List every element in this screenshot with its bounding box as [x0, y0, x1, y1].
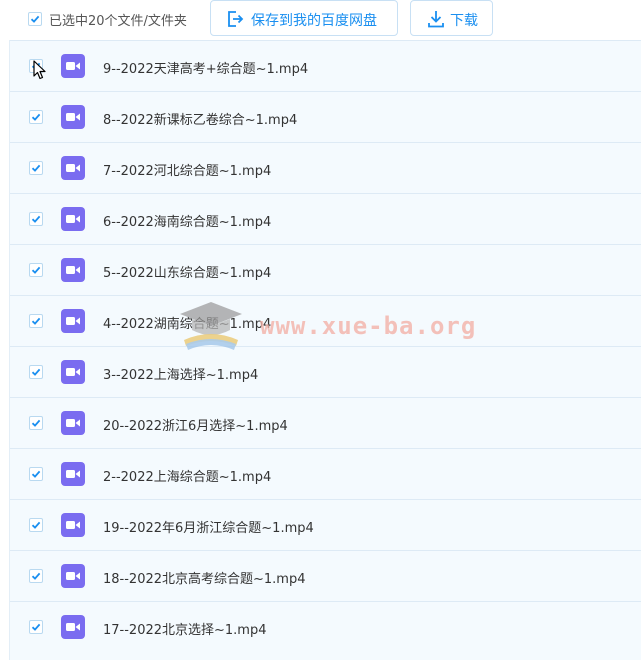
row-checkbox[interactable] [29, 620, 43, 634]
check-icon [30, 15, 40, 23]
check-icon [31, 266, 41, 274]
file-row[interactable]: 17--2022北京选择~1.mp4 [10, 601, 641, 652]
video-file-icon [61, 360, 85, 384]
save-to-netdisk-button[interactable]: 保存到我的百度网盘 [210, 0, 398, 36]
check-icon [31, 470, 41, 478]
file-row[interactable]: 9--2022天津高考+综合题~1.mp4 [10, 40, 641, 91]
video-file-icon [61, 156, 85, 180]
file-row[interactable]: 18--2022北京高考综合题~1.mp4 [10, 550, 641, 601]
check-icon [31, 419, 41, 427]
video-file-icon [61, 411, 85, 435]
download-icon [426, 9, 446, 33]
file-row[interactable]: 5--2022山东综合题~1.mp4 [10, 244, 641, 295]
file-name[interactable]: 3--2022上海选择~1.mp4 [103, 364, 258, 383]
file-row[interactable]: 6--2022海南综合题~1.mp4 [10, 193, 641, 244]
check-icon [31, 215, 41, 223]
video-file-icon [61, 462, 85, 486]
video-file-icon [61, 564, 85, 588]
file-name[interactable]: 2--2022上海综合题~1.mp4 [103, 466, 271, 485]
check-icon [31, 572, 41, 580]
row-checkbox[interactable] [29, 314, 43, 328]
check-icon [31, 521, 41, 529]
file-name[interactable]: 7--2022河北综合题~1.mp4 [103, 160, 271, 179]
watermark-text: www.xue-ba.org [260, 312, 477, 340]
row-checkbox[interactable] [29, 365, 43, 379]
save-to-cloud-icon [225, 9, 245, 33]
toolbar: 已选中20个文件/文件夹 保存到我的百度网盘 下载 [0, 0, 641, 40]
check-icon [31, 164, 41, 172]
file-row[interactable]: 3--2022上海选择~1.mp4 [10, 346, 641, 397]
video-file-icon [61, 207, 85, 231]
row-checkbox[interactable] [29, 263, 43, 277]
row-checkbox[interactable] [29, 110, 43, 124]
file-row[interactable]: 8--2022新课标乙卷综合~1.mp4 [10, 91, 641, 142]
file-name[interactable]: 9--2022天津高考+综合题~1.mp4 [103, 58, 308, 77]
download-button[interactable]: 下载 [410, 0, 493, 36]
video-file-icon [61, 615, 85, 639]
video-file-icon [61, 105, 85, 129]
watermark-logo [176, 296, 246, 360]
download-button-label: 下载 [450, 13, 478, 29]
file-row[interactable]: 2--2022上海综合题~1.mp4 [10, 448, 641, 499]
file-row[interactable]: 20--2022浙江6月选择~1.mp4 [10, 397, 641, 448]
file-name[interactable]: 20--2022浙江6月选择~1.mp4 [103, 415, 288, 434]
check-icon [31, 113, 41, 121]
mouse-cursor-icon [33, 60, 47, 84]
video-file-icon [61, 258, 85, 282]
row-checkbox[interactable] [29, 569, 43, 583]
row-checkbox[interactable] [29, 212, 43, 226]
save-button-label: 保存到我的百度网盘 [251, 13, 377, 29]
check-icon [31, 368, 41, 376]
file-name[interactable]: 6--2022海南综合题~1.mp4 [103, 211, 271, 230]
row-checkbox[interactable] [29, 518, 43, 532]
video-file-icon [61, 513, 85, 537]
row-checkbox[interactable] [29, 467, 43, 481]
row-checkbox[interactable] [29, 161, 43, 175]
file-name[interactable]: 5--2022山东综合题~1.mp4 [103, 262, 271, 281]
check-icon [31, 623, 41, 631]
file-name[interactable]: 8--2022新课标乙卷综合~1.mp4 [103, 109, 297, 128]
check-icon [31, 317, 41, 325]
file-row[interactable]: 19--2022年6月浙江综合题~1.mp4 [10, 499, 641, 550]
file-list: 9--2022天津高考+综合题~1.mp4 8--2022新课标乙卷综合~1.m… [9, 40, 641, 660]
file-name[interactable]: 18--2022北京高考综合题~1.mp4 [103, 568, 306, 587]
file-row[interactable]: 7--2022河北综合题~1.mp4 [10, 142, 641, 193]
video-file-icon [61, 54, 85, 78]
row-checkbox[interactable] [29, 416, 43, 430]
file-name[interactable]: 17--2022北京选择~1.mp4 [103, 619, 267, 638]
file-name[interactable]: 19--2022年6月浙江综合题~1.mp4 [103, 517, 314, 536]
select-all-checkbox[interactable] [28, 12, 42, 26]
video-file-icon [61, 309, 85, 333]
selection-count-text: 已选中20个文件/文件夹 [49, 14, 187, 29]
